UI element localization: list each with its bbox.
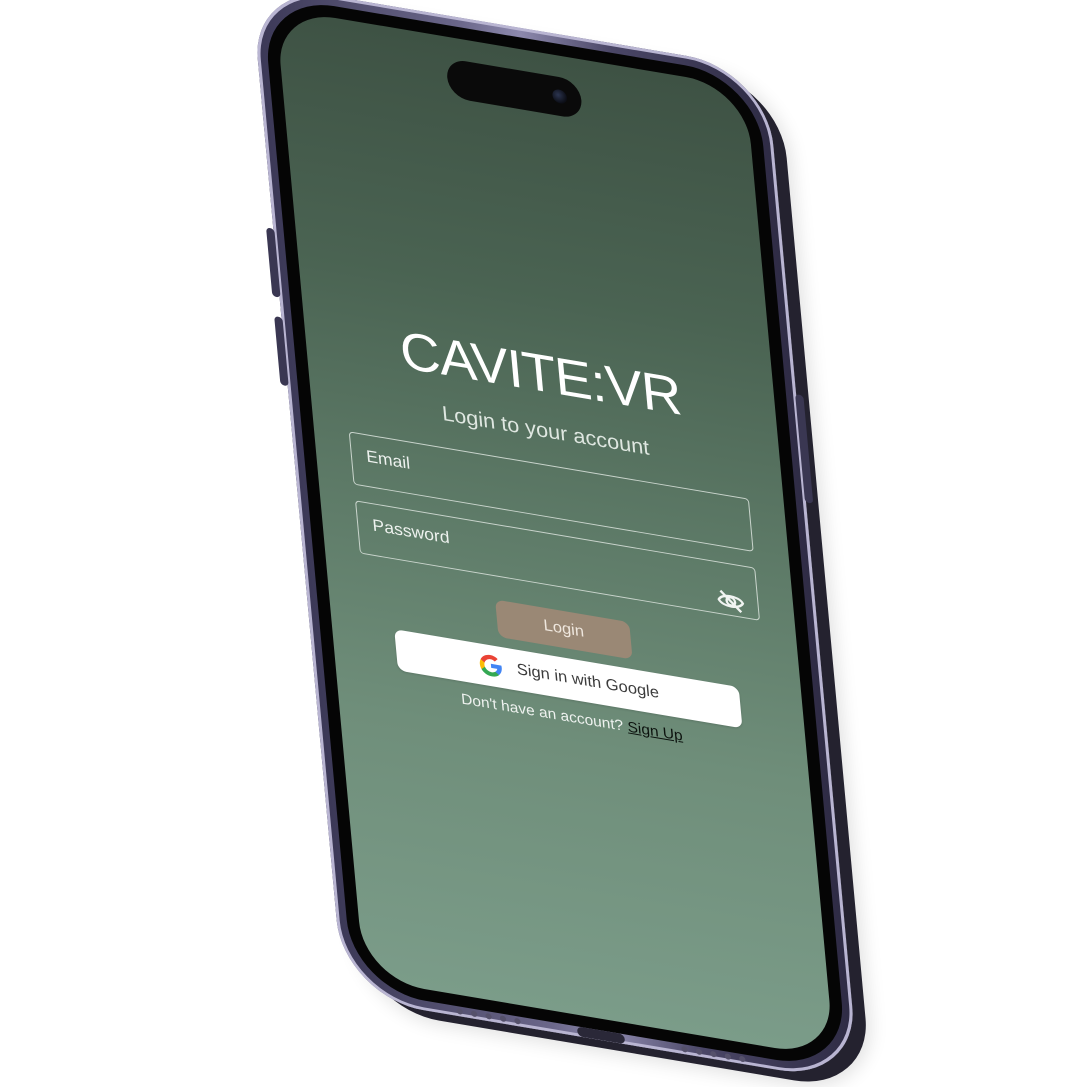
volume-down-button [274,316,289,387]
google-sign-in-label: Sign in with Google [516,661,660,702]
power-button [795,394,814,504]
app-title: CAVITE:VR [397,320,684,427]
password-label: Password [371,515,451,548]
eye-off-icon[interactable] [715,585,746,617]
volume-up-button [266,227,281,298]
sign-up-link[interactable]: Sign Up [627,719,684,745]
phone-bezel: CAVITE:VR Login to your account Email Pa… [261,0,849,1073]
email-label: Email [365,446,411,473]
dynamic-island [445,57,584,120]
phone-frame: CAVITE:VR Login to your account Email Pa… [250,0,860,1084]
login-form: CAVITE:VR Login to your account Email Pa… [338,309,773,759]
phone-screen: CAVITE:VR Login to your account Email Pa… [275,7,835,1059]
front-camera-icon [551,88,568,105]
google-g-icon [479,654,502,677]
